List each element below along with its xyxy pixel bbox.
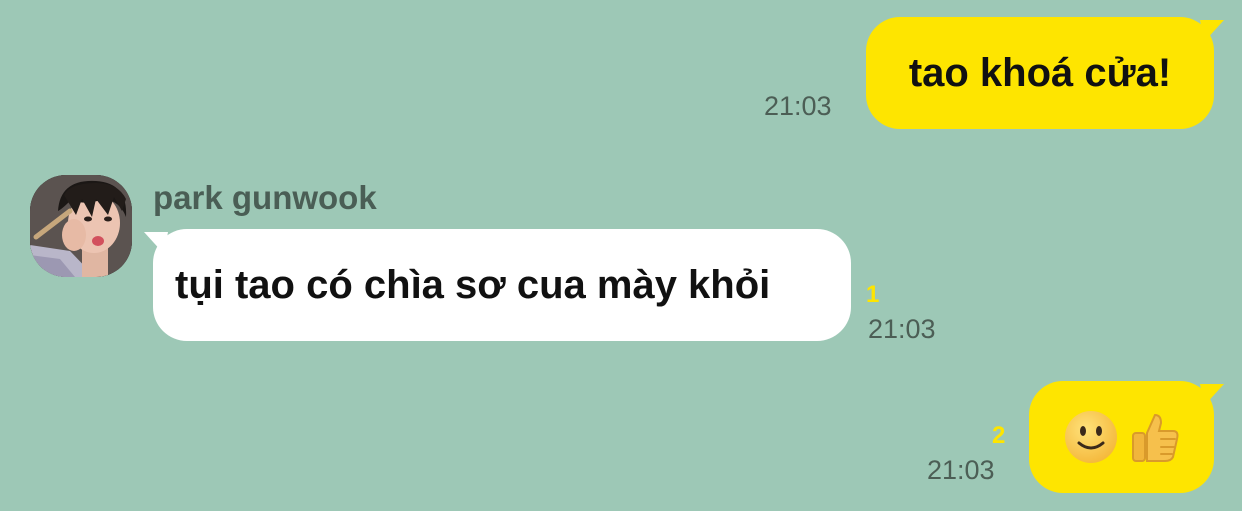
- message-text: tụi tao có chìa sơ cua mày khỏi: [175, 263, 771, 307]
- message-timestamp: 21:03: [868, 314, 936, 344]
- slightly-smiling-face-icon: [1064, 411, 1117, 463]
- bubble-tail: [1200, 20, 1224, 42]
- avatar[interactable]: [30, 175, 132, 277]
- message-timestamp: 21:03: [764, 91, 832, 121]
- unread-count: 2: [992, 422, 1006, 449]
- unread-count: 1: [866, 281, 880, 308]
- outgoing-message-bubble[interactable]: [1029, 381, 1214, 493]
- message-timestamp: 21:03: [927, 455, 995, 485]
- sender-name[interactable]: park gunwook: [153, 181, 377, 214]
- message-text: tao khoá cửa!: [908, 51, 1172, 95]
- emoji-row: [1063, 409, 1181, 465]
- thumbs-up-icon: [1131, 413, 1178, 462]
- incoming-message-bubble[interactable]: tụi tao có chìa sơ cua mày khỏi: [153, 229, 851, 341]
- bubble-tail: [1200, 384, 1224, 406]
- outgoing-message-bubble[interactable]: tao khoá cửa!: [866, 17, 1214, 129]
- profile-photo: [30, 175, 132, 277]
